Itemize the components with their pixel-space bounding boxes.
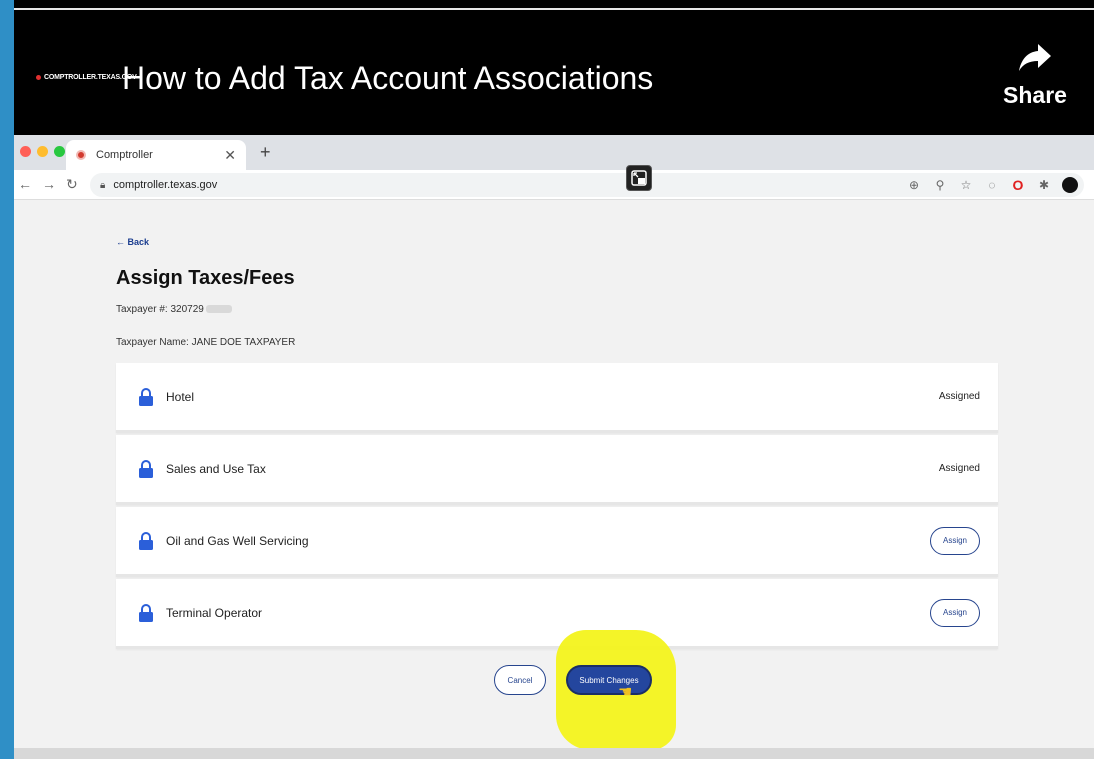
minimize-window-icon[interactable] (37, 146, 48, 157)
lock-icon (139, 603, 153, 622)
url-field[interactable]: 🔒︎ comptroller.texas.gov ⊕ ⚲ ☆ ◌ O ✱ (90, 165, 1084, 197)
tax-card-terminal-operator: Terminal Operator Assign (116, 579, 998, 649)
cancel-button[interactable]: Cancel (494, 665, 546, 695)
form-actions: Cancel Submit Changes ☚ (14, 630, 1094, 750)
maximize-window-icon[interactable] (54, 146, 65, 157)
tax-card-sales-and-use-tax: Sales and Use Tax Assigned (116, 435, 998, 505)
tax-name: Sales and Use Tax (166, 461, 266, 476)
status-label: Assigned (938, 391, 980, 402)
new-tab-icon[interactable]: + (260, 142, 271, 163)
video-title[interactable]: How to Add Tax Account Associations (122, 60, 653, 97)
lock-icon (139, 459, 153, 478)
assign-button[interactable]: Assign (930, 526, 980, 555)
extension-circle-icon[interactable]: ◌ (984, 178, 1000, 192)
forward-arrow-icon[interactable]: → (42, 176, 56, 192)
puzzle-extensions-icon[interactable]: ✱ (1036, 178, 1052, 192)
browser-window: Comptroller ✕ + ← → ↻ 🔒︎ comptroller.tex… (14, 135, 1094, 759)
opera-extension-icon[interactable]: O (1010, 177, 1026, 193)
window-controls (20, 146, 65, 157)
status-label: Assigned (938, 463, 980, 474)
back-link-arrow-icon: ← (116, 237, 128, 247)
browser-tab-bar: Comptroller ✕ + (14, 135, 1094, 170)
picture-in-picture-icon[interactable] (626, 165, 652, 191)
tab-title: Comptroller (96, 149, 153, 161)
close-window-icon[interactable] (20, 146, 31, 157)
share-label: Share (1003, 82, 1067, 108)
assign-button[interactable]: Assign (930, 598, 980, 627)
taxpayer-number-text: Taxpayer #: 320729 (116, 304, 204, 315)
zoom-icon[interactable]: ⚲ (932, 178, 948, 192)
video-frame: COMPTROLLER.TEXAS.GOV How to Add Tax Acc… (14, 0, 1094, 759)
url-text: comptroller.texas.gov (113, 179, 218, 191)
submit-changes-button[interactable]: Submit Changes (566, 665, 652, 695)
tax-card-hotel: Hotel Assigned (116, 363, 998, 433)
video-header: COMPTROLLER.TEXAS.GOV How to Add Tax Acc… (14, 10, 1094, 135)
tax-card-oil-and-gas-well-servicing: Oil and Gas Well Servicing Assign (116, 507, 998, 577)
share-arrow-icon (1019, 44, 1051, 71)
back-arrow-icon[interactable]: ← (18, 176, 32, 192)
logo-dot-icon (36, 75, 41, 80)
bookmark-star-icon[interactable]: ☆ (958, 178, 974, 192)
tax-list: Hotel Assigned Sales and Use Tax Assigne… (116, 363, 998, 651)
back-link-label: Back (127, 237, 150, 247)
address-bar-row: ← → ↻ 🔒︎ comptroller.texas.gov ⊕ ⚲ ☆ ◌ O… (14, 165, 1094, 200)
lock-icon: 🔒︎ (100, 179, 106, 191)
taxpayer-name: Taxpayer Name: JANE DOE TAXPAYER (116, 337, 296, 348)
browser-tab[interactable]: Comptroller ✕ (66, 140, 246, 170)
hand-cursor-icon: ☚ (618, 684, 633, 701)
redacted-digits (205, 305, 232, 314)
back-link[interactable]: ← Back (116, 237, 149, 247)
tax-name: Hotel (166, 389, 195, 404)
favicon-icon (76, 150, 86, 160)
add-icon[interactable]: ⊕ (906, 178, 922, 192)
lock-icon (139, 531, 153, 550)
close-tab-icon[interactable]: ✕ (224, 147, 236, 164)
page-title: Assign Taxes/Fees (116, 267, 295, 289)
lock-icon (139, 387, 153, 406)
taxpayer-number: Taxpayer #: 320729 (116, 304, 232, 315)
reload-icon[interactable]: ↻ (66, 176, 78, 193)
page-content: ← Back Assign Taxes/Fees Taxpayer #: 320… (14, 200, 1094, 759)
tax-name: Terminal Operator (166, 605, 263, 620)
toolbar-icons: ⊕ ⚲ ☆ ◌ O ✱ (906, 177, 1078, 193)
tax-name: Oil and Gas Well Servicing (166, 533, 309, 548)
page-bottom-bar (14, 748, 1094, 759)
share-button[interactable]: Share (1000, 42, 1070, 109)
profile-icon[interactable] (1062, 177, 1078, 193)
